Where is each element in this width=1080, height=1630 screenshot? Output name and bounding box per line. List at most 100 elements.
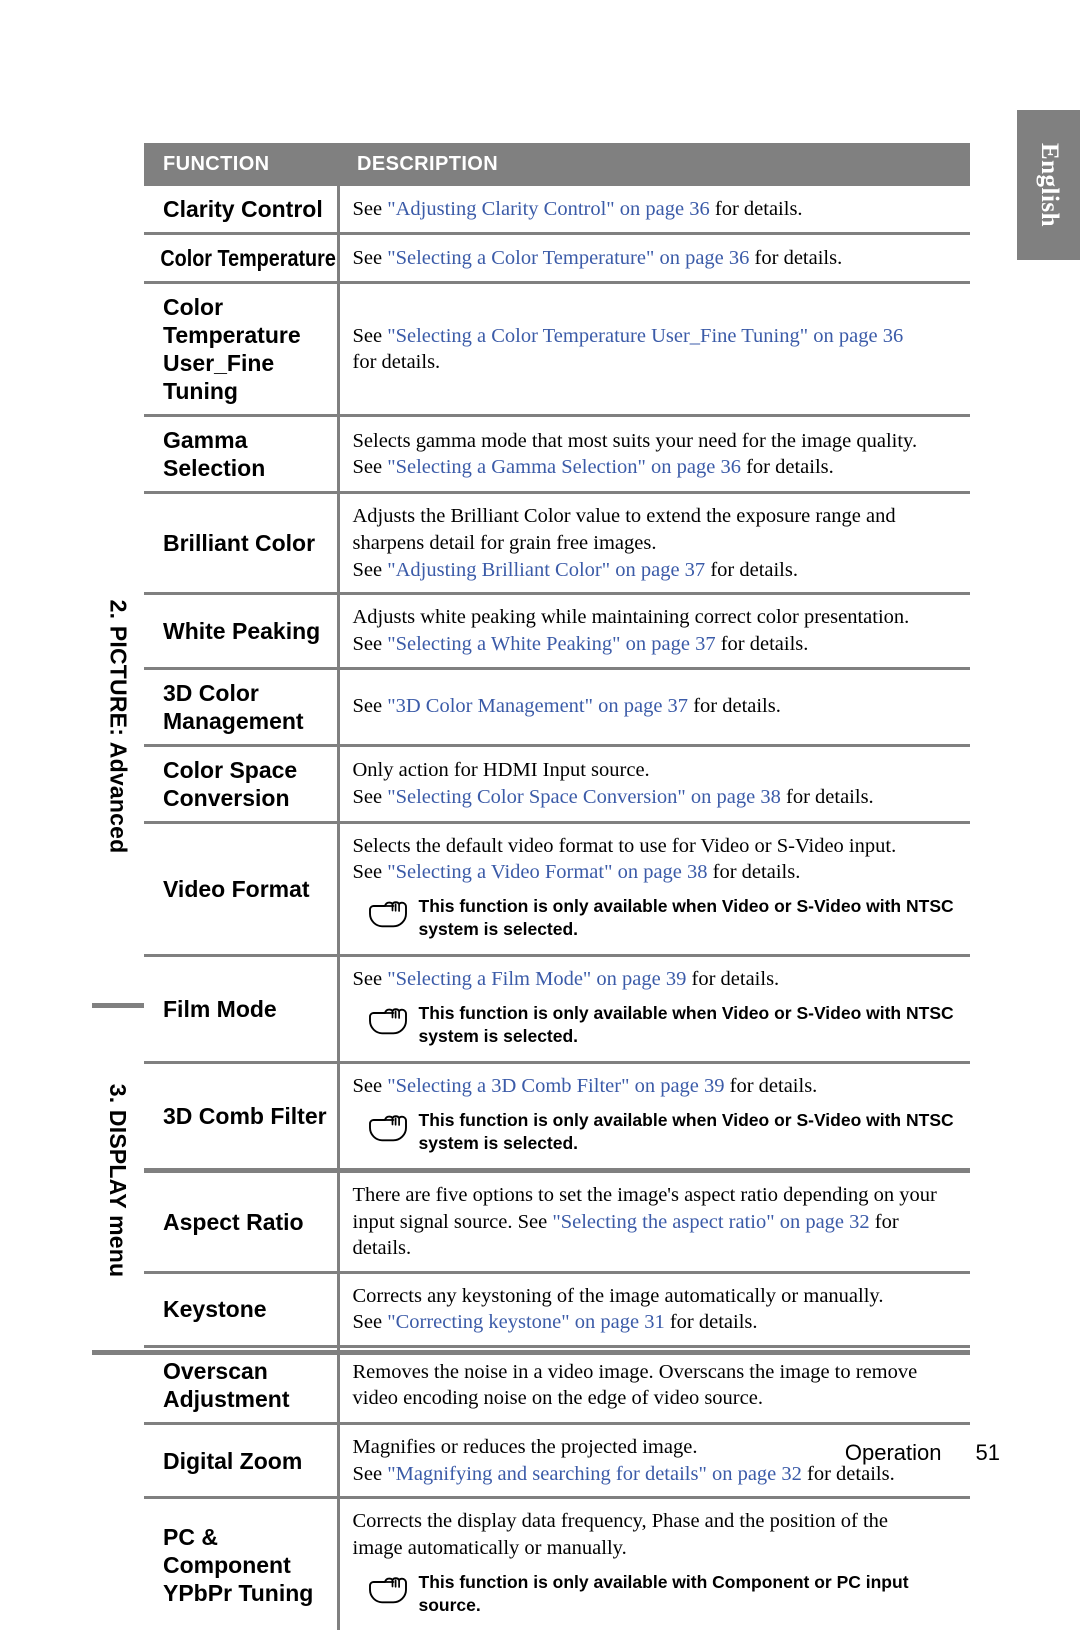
description-text: for details. (688, 695, 781, 718)
note-line: This function is only available when Vid… (418, 896, 954, 917)
cross-reference-link[interactable]: "3D Color Management" on page 37 (387, 695, 688, 717)
table-row: Color Space Conversion Only action for HD… (144, 743, 970, 823)
description-text: See (352, 1075, 388, 1098)
note-block: This function is only available when Vid… (363, 1109, 961, 1155)
note-line: system is selected. (418, 1132, 579, 1153)
section-label-display-menu: 3. DISPLAY menu (92, 1006, 144, 1354)
function-name-cell: Film Mode (144, 954, 340, 1063)
cross-reference-link[interactable]: "Adjusting Brilliant Color" on page 37 (387, 559, 705, 581)
note-line: system is selected. (418, 919, 579, 940)
function-name-cell: White Peaking (144, 592, 340, 669)
description-cell: See "Selecting a Color Temperature" on p… (338, 232, 970, 283)
description-text: for details. (801, 1462, 895, 1485)
function-name-cell: 3D Comb Filter (144, 1061, 340, 1171)
description-line: Selects gamma mode that most suits your … (353, 428, 961, 455)
description-line: See "Correcting keystone" on page 31 for… (353, 1309, 961, 1336)
description-text: for details. (715, 632, 809, 655)
table-row: Film Mode See "Selecting a Film Mode" on … (144, 954, 970, 1063)
cross-reference-link[interactable]: "Selecting a Film Mode" on page 39 (387, 968, 686, 990)
function-name-cell: PC & Component YPbPr Tuning (144, 1496, 340, 1630)
function-name-cell: Color Temperature (144, 232, 336, 283)
note-text: This function is only available when Vid… (419, 1109, 954, 1155)
cross-reference-link[interactable]: "Selecting the aspect ratio" on page 32 (552, 1211, 869, 1233)
cross-reference-link[interactable]: "Selecting a Gamma Selection" on page 36 (387, 456, 741, 478)
description-text: for details. (664, 1311, 758, 1334)
description-line: See "Selecting a Gamma Selection" on pag… (353, 454, 961, 481)
description-text: Only action for HDMI Input source. (352, 759, 650, 782)
description-cell: Corrects the display data frequency, Pha… (338, 1496, 970, 1630)
table-row: 3D Comb Filter See "Selecting a 3D Comb F… (144, 1061, 970, 1171)
function-name-cell: Gamma Selection (144, 414, 340, 493)
description-text: input signal source. See (352, 1210, 553, 1233)
manual-page: English 2. PICTURE: Advanced 3. DISPLAY … (0, 0, 1080, 1630)
description-cell: Corrects any keystoning of the image aut… (338, 1270, 970, 1347)
description-line: Adjusts white peaking while maintaining … (353, 604, 961, 631)
cross-reference-link[interactable]: "Selecting a 3D Comb Filter" on page 39 (387, 1075, 724, 1097)
description-text: See (352, 632, 388, 655)
function-name-cell: Video Format (144, 820, 340, 956)
description-line: See "Selecting a Film Mode" on page 39 f… (353, 966, 961, 993)
pointing-hand-icon (363, 1004, 409, 1038)
section-label-picture-advanced-text: 2. PICTURE: Advanced (105, 599, 132, 853)
description-line: See "Selecting a 3D Comb Filter" on page… (353, 1073, 961, 1100)
cross-reference-link[interactable]: "Selecting a Video Format" on page 38 (387, 861, 707, 883)
note-text: This function is only available with Com… (419, 1571, 909, 1617)
description-cell: Selects gamma mode that most suits your … (338, 414, 970, 493)
description-text: Removes the noise in a video image. Over… (352, 1360, 918, 1383)
description-cell: There are five options to set the image'… (338, 1167, 970, 1273)
description-text: See (352, 246, 388, 269)
description-line: video encoding noise on the edge of vide… (353, 1385, 961, 1412)
column-header-function: FUNCTION (144, 143, 338, 186)
description-text: for details. (724, 1075, 818, 1098)
description-text: for details. (352, 351, 441, 374)
description-text: image automatically or manually. (352, 1537, 627, 1560)
table-row: Gamma Selection Selects gamma mode that m… (144, 414, 970, 493)
footer-section-label: Operation (844, 1440, 942, 1465)
note-block: This function is only available when Vid… (363, 1002, 961, 1048)
table-header-row: FUNCTION DESCRIPTION (144, 143, 970, 186)
description-cell: See "Selecting a Color Temperature User_… (338, 281, 970, 416)
note-text: This function is only available when Vid… (419, 1002, 954, 1048)
pointing-hand-icon (363, 897, 409, 931)
description-cell: Removes the noise in a video image. Over… (338, 1345, 970, 1424)
description-line: Only action for HDMI Input source. (353, 757, 961, 784)
description-text: for details. (707, 861, 801, 884)
description-line: See "Selecting a Color Temperature" on p… (353, 245, 961, 272)
table-row: White Peaking Adjusts white peaking while… (144, 592, 970, 669)
cross-reference-link[interactable]: "Magnifying and searching for details" o… (387, 1463, 802, 1485)
description-text: See (352, 324, 388, 347)
description-line: Corrects any keystoning of the image aut… (353, 1283, 961, 1310)
description-text: There are five options to set the image'… (352, 1183, 937, 1206)
table-row: Color Temperature User_Fine Tuning See "S… (144, 281, 970, 416)
description-text: See (352, 456, 388, 479)
table-row: Video Format Selects the default video fo… (144, 820, 970, 956)
description-cell: See "3D Color Management" on page 37 for… (338, 666, 970, 746)
table-body: Clarity Control See "Adjusting Clarity Co… (144, 186, 970, 1630)
description-text: video encoding noise on the edge of vide… (352, 1387, 763, 1410)
cross-reference-link[interactable]: "Selecting Color Space Conversion" on pa… (387, 786, 781, 808)
cross-reference-link[interactable]: "Selecting a White Peaking" on page 37 (387, 633, 715, 655)
function-description-table: FUNCTION DESCRIPTION Clarity Control See … (144, 143, 970, 1630)
cross-reference-link[interactable]: "Adjusting Clarity Control" on page 36 (387, 198, 710, 220)
function-name-cell: Brilliant Color (144, 491, 340, 594)
description-text: for details. (780, 785, 874, 808)
table-row: Overscan Adjustment Removes the noise in … (144, 1345, 970, 1424)
note-text: This function is only available when Vid… (419, 895, 954, 941)
description-line: Selects the default video format to use … (353, 833, 961, 860)
function-name-cell: Keystone (144, 1270, 340, 1347)
description-text: See (352, 968, 388, 991)
cross-reference-link[interactable]: "Correcting keystone" on page 31 (387, 1311, 664, 1333)
description-text: for details. (749, 246, 843, 269)
function-name-cell: 3D Color Management (144, 666, 340, 746)
description-text: See (352, 695, 388, 718)
cross-reference-link[interactable]: "Selecting a Color Temperature User_Fine… (387, 325, 903, 347)
description-line: sharpens detail for grain free images. (353, 530, 961, 557)
note-line: This function is only available with Com… (418, 1571, 909, 1592)
description-text: for details. (705, 558, 798, 581)
description-text: Adjusts white peaking while maintaining … (352, 606, 910, 629)
description-text: See (352, 1462, 388, 1485)
description-text: Corrects any keystoning of the image aut… (352, 1284, 884, 1307)
section-label-display-menu-text: 3. DISPLAY menu (105, 1083, 132, 1277)
cross-reference-link[interactable]: "Selecting a Color Temperature" on page … (387, 247, 749, 269)
description-text: See (352, 861, 388, 884)
